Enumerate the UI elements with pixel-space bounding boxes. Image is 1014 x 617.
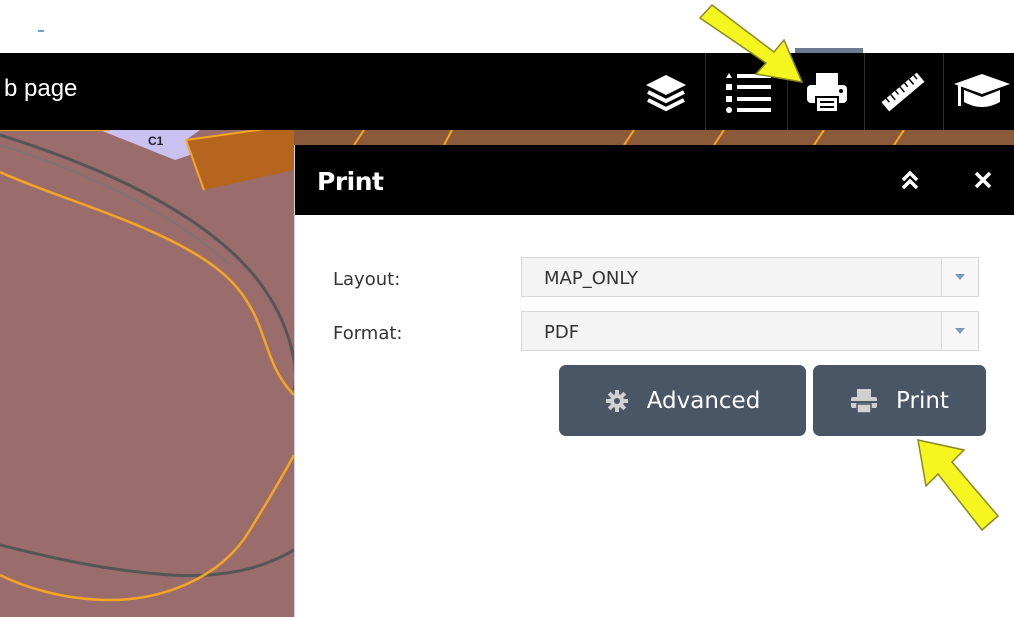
education-tool-button[interactable]	[946, 53, 1014, 130]
print-icon	[807, 72, 847, 113]
legend-list-icon	[726, 72, 771, 113]
format-select-value: PDF	[544, 322, 580, 343]
gear-icon	[605, 389, 629, 413]
format-label: Format:	[333, 323, 403, 344]
active-tool-indicator	[795, 48, 863, 53]
format-select[interactable]: PDF	[521, 311, 979, 351]
close-icon	[974, 171, 992, 189]
layout-select-value: MAP_ONLY	[544, 268, 638, 289]
map-strip	[294, 130, 1014, 145]
toolbar-separator	[705, 53, 706, 130]
chevron-down-icon	[941, 258, 978, 296]
print-panel-header: Print	[295, 145, 1014, 215]
print-panel-title: Print	[317, 167, 384, 196]
header-title: b page	[4, 75, 78, 102]
printer-icon	[850, 388, 878, 414]
advanced-button[interactable]: Advanced	[559, 365, 806, 436]
map-canvas	[0, 130, 294, 617]
print-button[interactable]: Print	[813, 365, 986, 436]
layout-label: Layout:	[333, 269, 401, 290]
collapse-panel-button[interactable]	[895, 165, 925, 195]
advanced-button-label: Advanced	[646, 387, 761, 414]
measure-tool-button[interactable]	[865, 53, 941, 130]
print-button-label: Print	[896, 387, 949, 414]
close-panel-button[interactable]	[968, 165, 998, 195]
layout-select[interactable]: MAP_ONLY	[521, 257, 979, 297]
legend-tool-button[interactable]	[710, 53, 786, 130]
layers-tool-button[interactable]	[628, 53, 704, 130]
print-panel: Print Layout: MAP_ONLY Format: PDF Advan…	[294, 145, 1014, 617]
education-cap-icon	[954, 73, 1010, 107]
top-mark	[38, 30, 44, 32]
app-header: b page	[0, 53, 1014, 130]
parcel-label: C1	[148, 134, 164, 148]
measure-ruler-icon	[881, 72, 925, 111]
layers-icon	[646, 74, 686, 111]
map-view[interactable]: C1	[0, 130, 294, 617]
toolbar-separator	[787, 53, 788, 130]
double-chevron-up-icon	[901, 170, 919, 190]
chevron-down-icon	[941, 312, 978, 350]
print-tool-button[interactable]	[789, 53, 865, 130]
toolbar-separator	[943, 53, 944, 130]
